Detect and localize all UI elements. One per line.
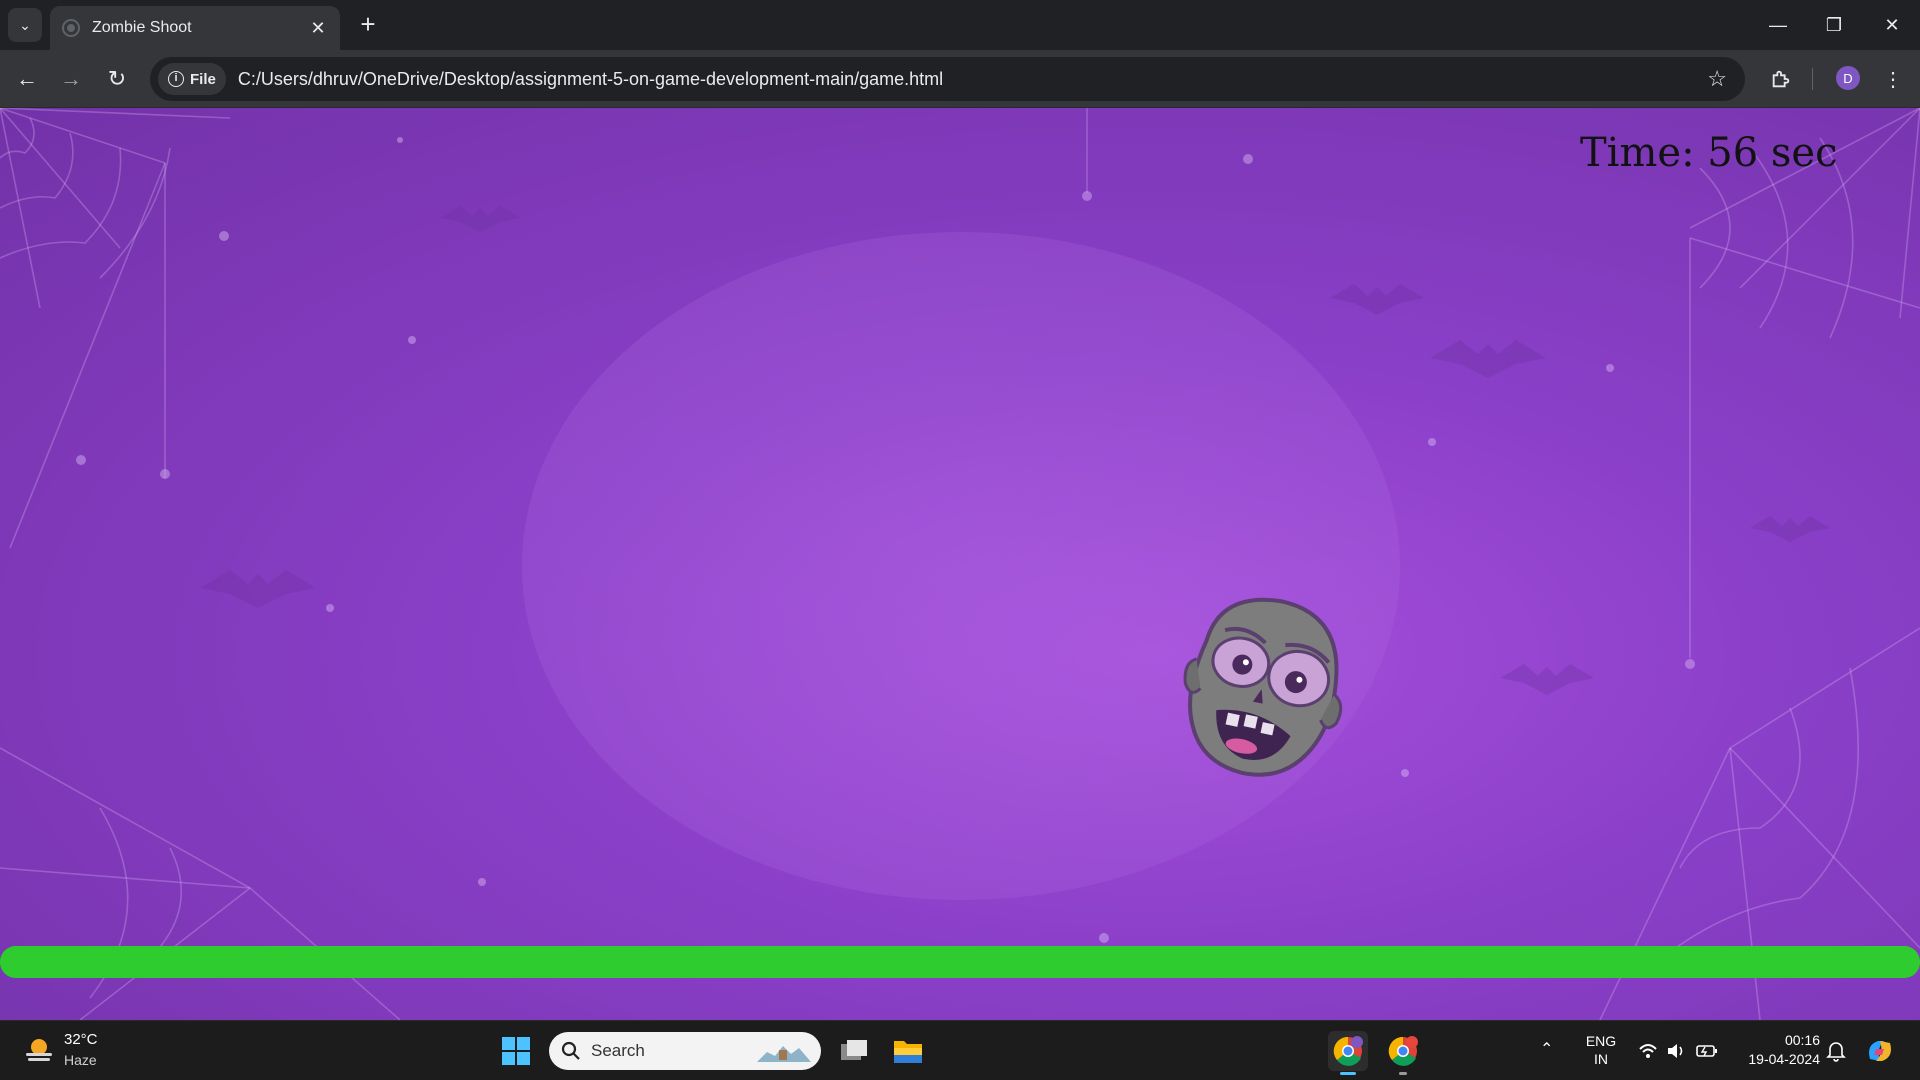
restore-button[interactable]: ❐ bbox=[1806, 0, 1862, 50]
cobweb-top-left bbox=[0, 108, 231, 549]
file-explorer-icon bbox=[894, 1041, 922, 1063]
battery-icon[interactable] bbox=[1696, 1042, 1718, 1060]
clock-time: 00:16 bbox=[1784, 1032, 1820, 1048]
chrome-icon bbox=[1388, 1036, 1418, 1066]
search-highlight-icon bbox=[757, 1046, 811, 1062]
search-placeholder: Search bbox=[591, 1041, 645, 1060]
browser-menu-button[interactable]: ⋮ bbox=[1875, 61, 1911, 97]
browser-toolbar: ← → ↻ i File C:/Users/dhruv/OneDrive/Des… bbox=[0, 50, 1920, 108]
chrome-taskbar-button-2[interactable] bbox=[1383, 1031, 1423, 1075]
region-code: IN bbox=[1594, 1051, 1608, 1067]
close-window-button[interactable]: ✕ bbox=[1864, 0, 1920, 50]
taskbar-search-box[interactable]: Search bbox=[549, 1032, 821, 1070]
chevron-up-icon[interactable]: ⌃ bbox=[1540, 1041, 1553, 1059]
zombie-head-target[interactable] bbox=[1172, 590, 1360, 786]
task-view-button[interactable] bbox=[834, 1031, 874, 1071]
language-indicator[interactable]: ENG IN bbox=[1580, 1032, 1622, 1068]
chevron-down-icon: ⌄ bbox=[19, 16, 31, 33]
more-vert-icon: ⋮ bbox=[1883, 68, 1903, 91]
volume-icon[interactable] bbox=[1666, 1042, 1686, 1060]
minimize-button[interactable]: — bbox=[1750, 0, 1806, 50]
url-text[interactable]: C:/Users/dhruv/OneDrive/Desktop/assignme… bbox=[238, 69, 943, 90]
back-button[interactable]: ← bbox=[9, 61, 45, 97]
search-icon bbox=[561, 1041, 580, 1060]
language-code: ENG bbox=[1585, 1033, 1617, 1049]
site-info-chip[interactable]: i File bbox=[158, 63, 226, 95]
address-bar[interactable]: i File C:/Users/dhruv/OneDrive/Desktop/a… bbox=[150, 57, 1745, 101]
wifi-icon[interactable] bbox=[1638, 1042, 1658, 1060]
weather-temperature[interactable]: 32°C bbox=[64, 1031, 98, 1048]
tab-title: Zombie Shoot bbox=[92, 19, 192, 36]
weather-condition[interactable]: Haze bbox=[64, 1052, 97, 1068]
active-app-indicator bbox=[1340, 1072, 1356, 1075]
bookmark-star-icon[interactable]: ☆ bbox=[1707, 66, 1727, 92]
windows-taskbar: 32°C Haze Search ⌃ ENG IN 00:16 19-04-20… bbox=[0, 1020, 1920, 1080]
bat-silhouettes bbox=[200, 206, 1830, 695]
windows-start-icon[interactable] bbox=[502, 1037, 530, 1065]
arrow-left-icon: ← bbox=[16, 66, 38, 91]
arrow-right-icon: → bbox=[60, 66, 82, 91]
file-explorer-button[interactable] bbox=[888, 1031, 928, 1071]
reload-button[interactable]: ↻ bbox=[99, 61, 135, 97]
cobweb-bottom-left bbox=[0, 747, 401, 1020]
forward-button[interactable]: → bbox=[53, 61, 89, 97]
running-app-indicator bbox=[1399, 1072, 1407, 1075]
halloween-background-art bbox=[0, 108, 1920, 1020]
system-clock[interactable]: 00:16 19-04-2024 bbox=[1730, 1031, 1820, 1069]
notification-bell-icon[interactable] bbox=[1826, 1040, 1846, 1062]
extensions-button[interactable] bbox=[1763, 61, 1799, 97]
browser-tabstrip: ⌄ Zombie Shoot ✕ + — ❐ ✕ bbox=[0, 0, 1920, 50]
spider-shape bbox=[1685, 659, 1695, 669]
page-favicon-icon bbox=[62, 19, 80, 37]
chrome-taskbar-button-1[interactable] bbox=[1328, 1031, 1368, 1075]
task-view-icon bbox=[841, 1040, 867, 1060]
cobweb-top-right bbox=[1689, 108, 1920, 658]
new-tab-button[interactable]: + bbox=[352, 9, 384, 41]
site-info-label: File bbox=[190, 70, 216, 88]
reload-icon: ↻ bbox=[107, 66, 127, 91]
tab-search-button[interactable]: ⌄ bbox=[8, 8, 42, 42]
toolbar-divider bbox=[1812, 68, 1813, 90]
puzzle-icon bbox=[1772, 70, 1790, 88]
profile-avatar[interactable]: D bbox=[1836, 66, 1860, 90]
weather-icon[interactable] bbox=[22, 1033, 56, 1067]
health-bar bbox=[0, 946, 1920, 978]
spider-shape bbox=[160, 469, 170, 479]
close-tab-icon[interactable]: ✕ bbox=[308, 18, 328, 39]
health-bar-fill bbox=[0, 946, 1920, 978]
chrome-icon bbox=[1333, 1036, 1363, 1066]
game-timer: Time: 56 sec bbox=[1580, 130, 1838, 176]
copilot-icon[interactable] bbox=[1864, 1035, 1896, 1067]
spider-shape bbox=[1082, 191, 1092, 201]
sparkle-dots bbox=[76, 137, 1614, 943]
game-canvas[interactable]: Time: 56 sec bbox=[0, 108, 1920, 1020]
clock-date: 19-04-2024 bbox=[1748, 1051, 1820, 1067]
info-icon: i bbox=[168, 71, 184, 87]
browser-tab[interactable]: Zombie Shoot ✕ bbox=[50, 6, 340, 50]
